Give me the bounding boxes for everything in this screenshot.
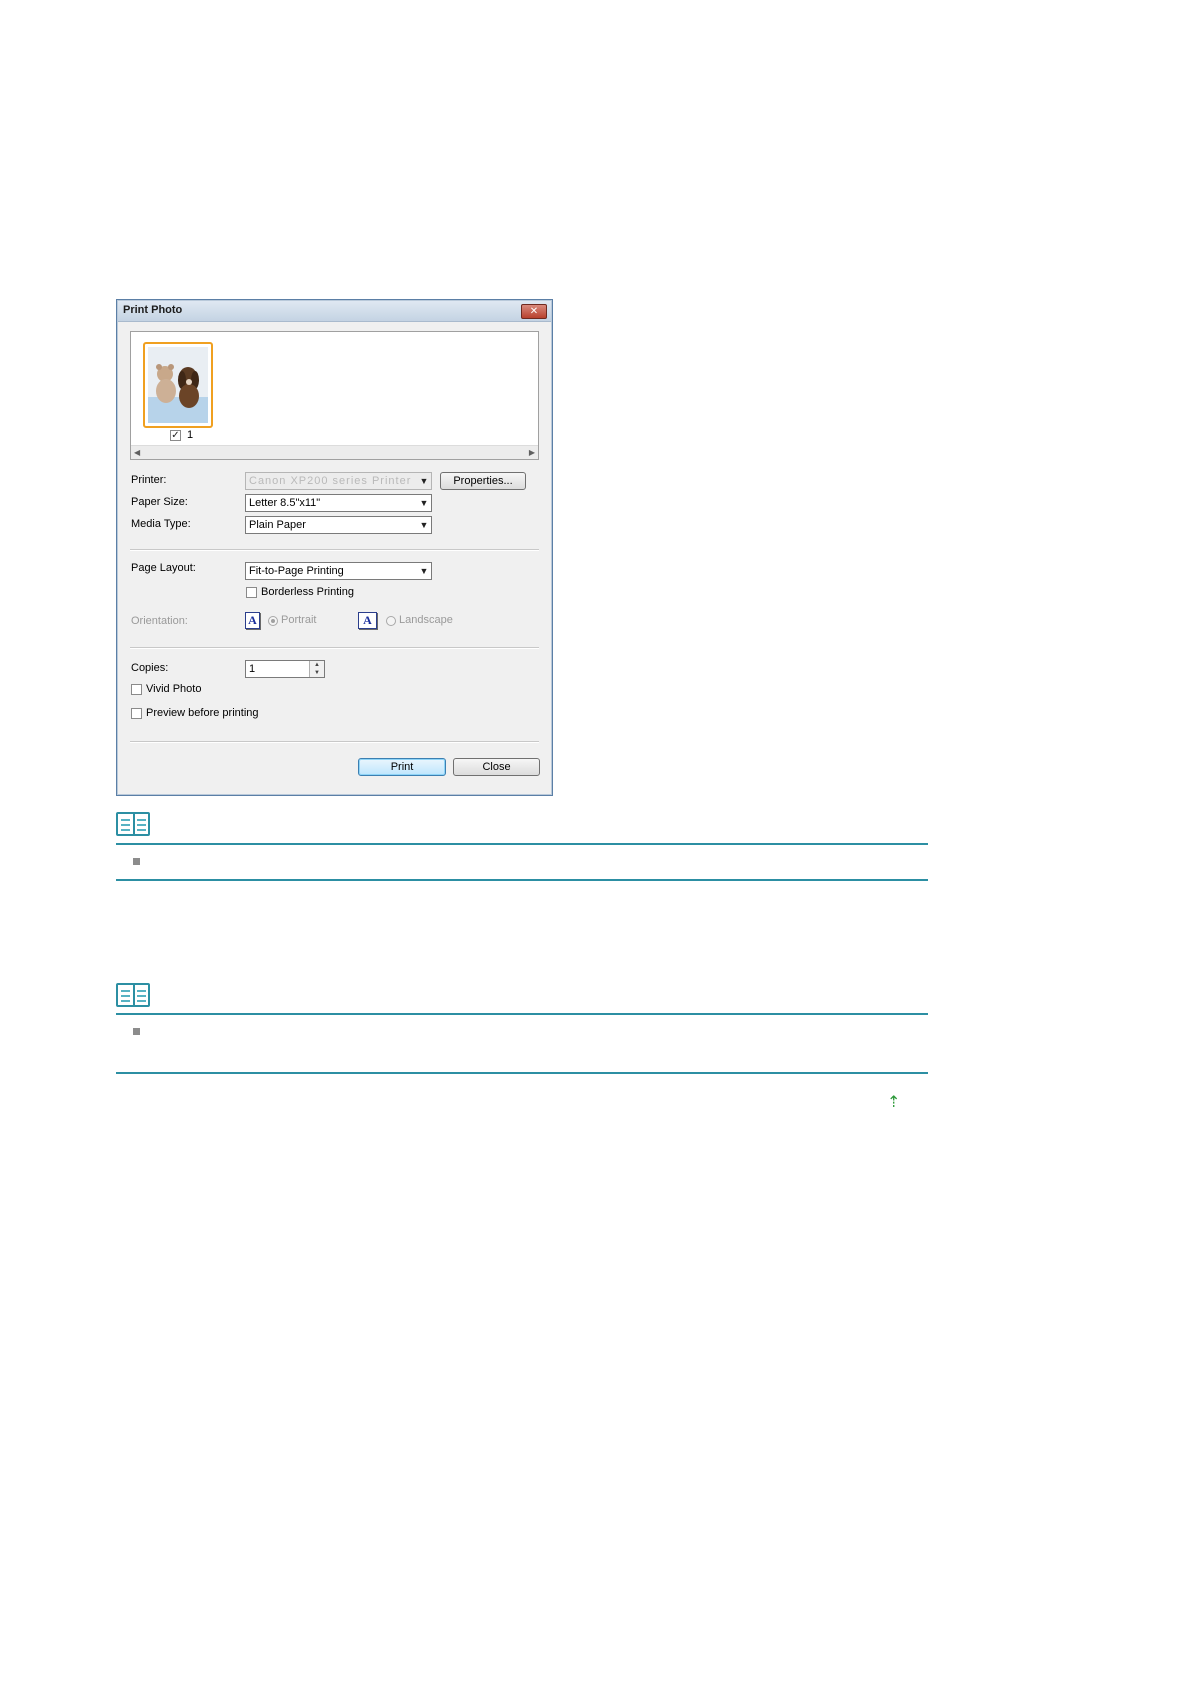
spin-buttons[interactable]: ▲ ▼ xyxy=(309,661,324,677)
portrait-label[interactable]: Portrait xyxy=(281,614,316,626)
separator xyxy=(130,741,539,743)
spin-down-icon[interactable]: ▼ xyxy=(310,669,324,677)
paper-size-select[interactable]: Letter 8.5"x11" ▼ xyxy=(245,494,432,512)
paper-size-label: Paper Size: xyxy=(131,496,188,508)
borderless-label[interactable]: Borderless Printing xyxy=(261,586,354,598)
printer-label: Printer: xyxy=(131,474,167,486)
close-button[interactable]: Close xyxy=(453,758,540,776)
landscape-icon: A xyxy=(358,612,377,629)
borderless-checkbox[interactable] xyxy=(246,587,257,598)
media-type-label: Media Type: xyxy=(131,518,191,530)
preview-label[interactable]: Preview before printing xyxy=(146,707,259,719)
vivid-photo-checkbox[interactable] xyxy=(131,684,142,695)
horizontal-scrollbar[interactable]: ◀ ▶ xyxy=(131,445,538,459)
print-button[interactable]: Print xyxy=(358,758,446,776)
note-book-icon xyxy=(116,812,150,836)
note-top-rule xyxy=(116,1013,928,1015)
preview-checkbox[interactable] xyxy=(131,708,142,719)
note-bottom-rule xyxy=(116,1072,928,1074)
printer-value: Canon XP200 series Printer xyxy=(249,475,412,487)
close-icon[interactable]: ✕ xyxy=(521,304,547,319)
thumbnail-strip: ✓ 1 ◀ ▶ xyxy=(130,331,539,460)
photo-image xyxy=(148,347,208,423)
thumbnail-checkbox[interactable]: ✓ xyxy=(170,430,181,441)
portrait-radio[interactable] xyxy=(268,616,278,626)
separator xyxy=(130,647,539,649)
up-arrow-icon[interactable]: ⇡ xyxy=(887,1092,900,1112)
separator xyxy=(130,549,539,551)
properties-button[interactable]: Properties... xyxy=(440,472,526,490)
paper-size-value: Letter 8.5"x11" xyxy=(249,497,321,509)
spin-up-icon[interactable]: ▲ xyxy=(310,661,324,669)
note-book-icon xyxy=(116,983,150,1007)
media-type-value: Plain Paper xyxy=(249,519,306,531)
chevron-down-icon: ▼ xyxy=(419,566,429,576)
copies-label: Copies: xyxy=(131,662,169,674)
scroll-left-icon[interactable]: ◀ xyxy=(134,446,140,459)
chevron-down-icon: ▼ xyxy=(419,498,429,508)
thumbnail-number: 1 xyxy=(187,429,194,441)
photo-thumbnail[interactable] xyxy=(143,342,213,428)
page-layout-select[interactable]: Fit-to-Page Printing ▼ xyxy=(245,562,432,580)
note-bottom-rule xyxy=(116,879,928,881)
media-type-select[interactable]: Plain Paper ▼ xyxy=(245,516,432,534)
portrait-icon: A xyxy=(245,612,260,629)
printer-select[interactable]: Canon XP200 series Printer ▼ xyxy=(245,472,432,490)
landscape-label[interactable]: Landscape xyxy=(399,614,453,626)
dialog-title: Print Photo xyxy=(123,304,183,316)
dialog-body: ✓ 1 ◀ ▶ Printer: Canon XP200 series Prin… xyxy=(118,322,551,794)
page-layout-label: Page Layout: xyxy=(131,562,196,574)
print-photo-dialog: Print Photo ✕ ✓ 1 ◀ ▶ Printer: Canon XP2… xyxy=(116,299,553,796)
note-top-rule xyxy=(116,843,928,845)
copies-value: 1 xyxy=(249,663,256,675)
orientation-label: Orientation: xyxy=(131,615,188,627)
landscape-radio[interactable] xyxy=(386,616,396,626)
note-bullet xyxy=(133,858,140,865)
page-layout-value: Fit-to-Page Printing xyxy=(249,565,344,577)
scroll-right-icon[interactable]: ▶ xyxy=(529,446,535,459)
chevron-down-icon: ▼ xyxy=(419,520,429,530)
vivid-photo-label[interactable]: Vivid Photo xyxy=(146,683,201,695)
title-bar[interactable]: Print Photo ✕ xyxy=(118,301,551,322)
copies-stepper[interactable]: 1 ▲ ▼ xyxy=(245,660,325,678)
note-bullet xyxy=(133,1028,140,1035)
chevron-down-icon: ▼ xyxy=(419,476,429,486)
